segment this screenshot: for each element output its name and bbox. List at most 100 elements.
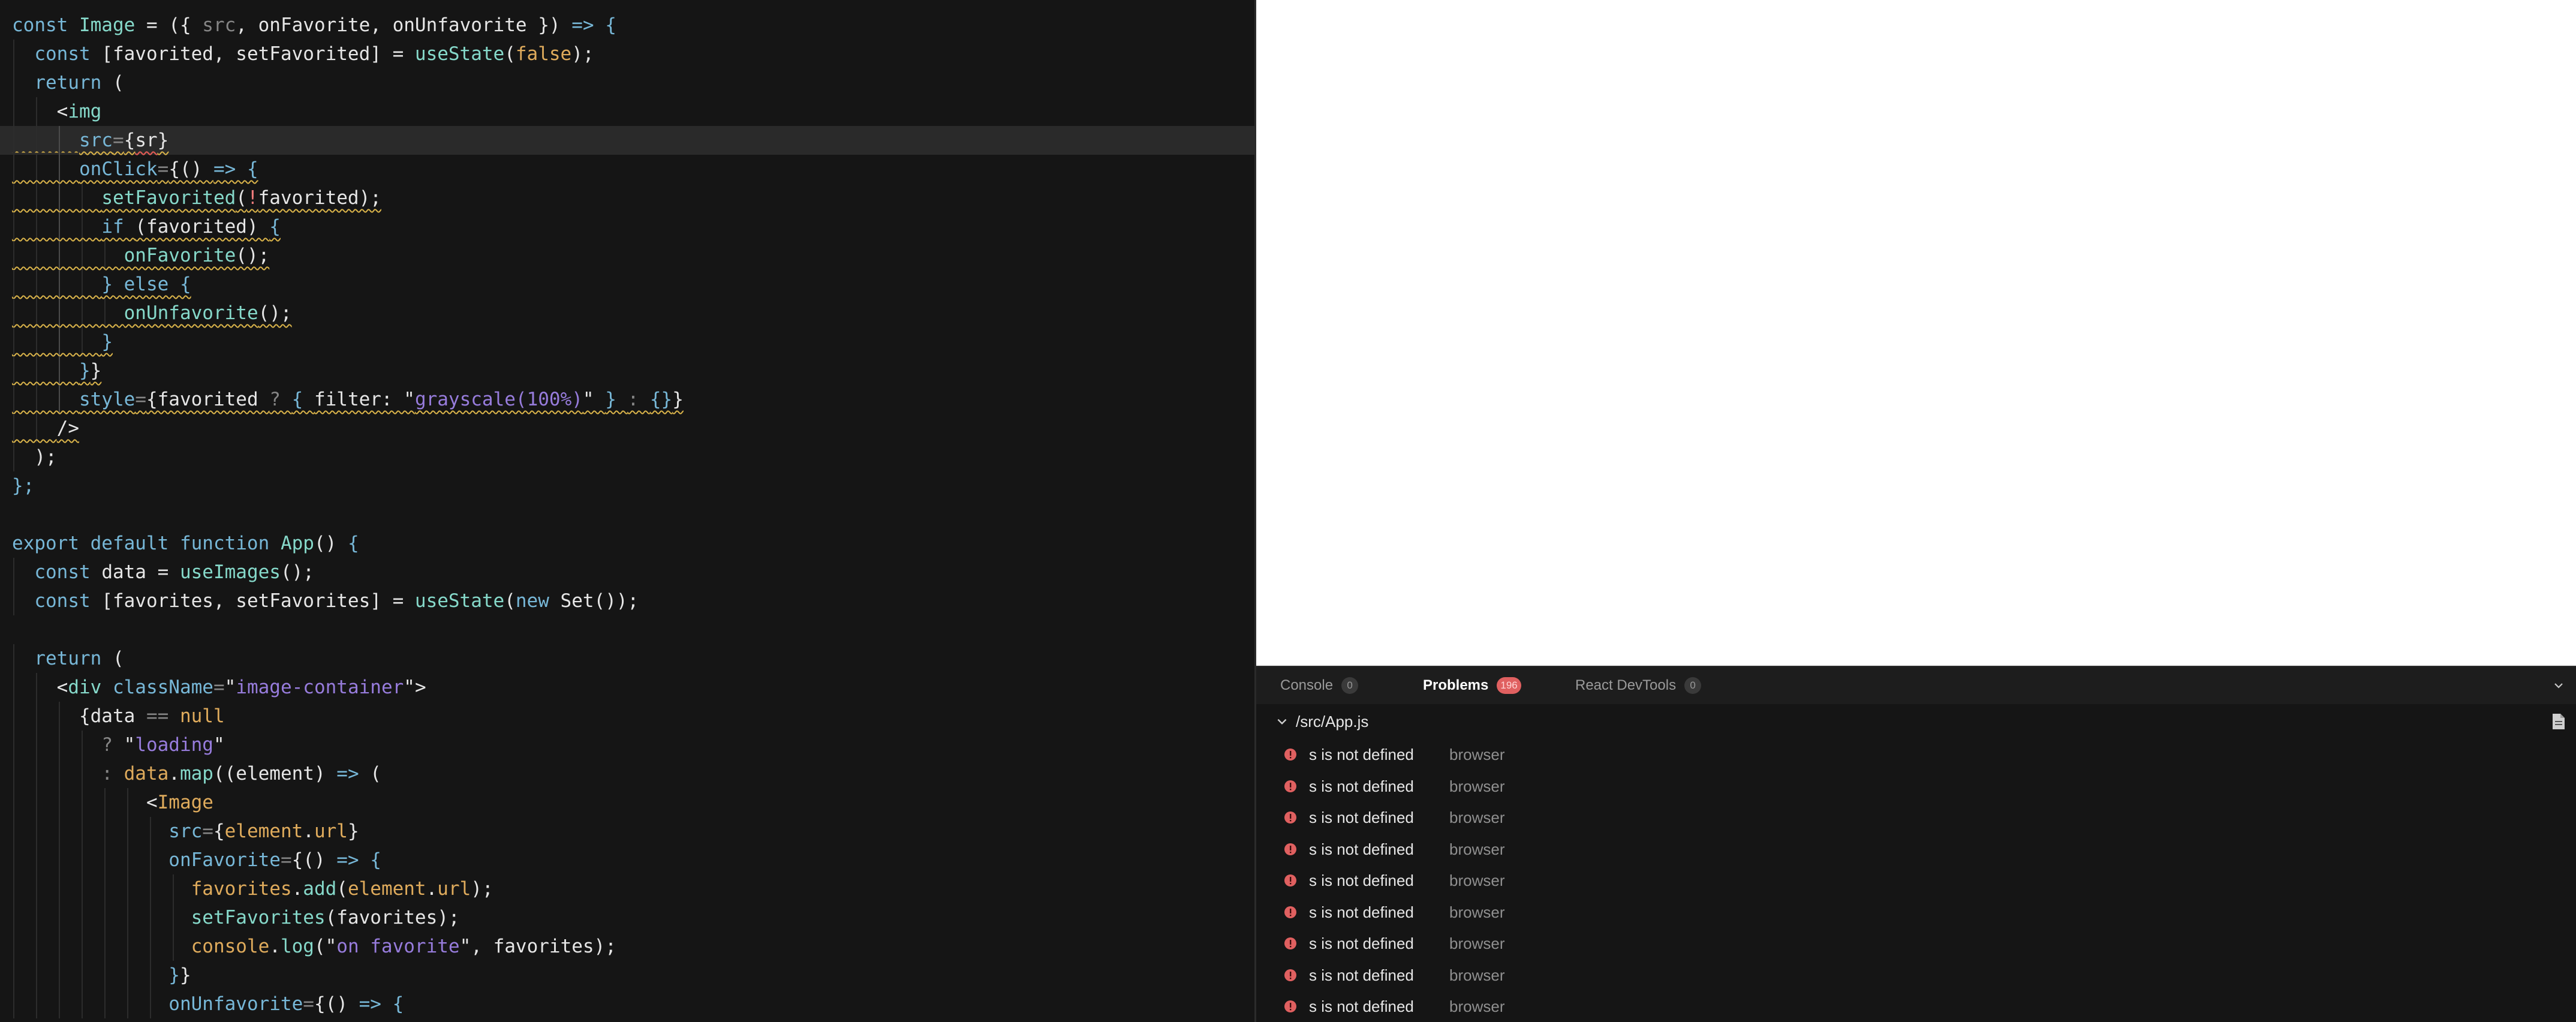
code-line[interactable]: src={element.url}: [0, 817, 1254, 846]
code-token: false: [515, 43, 572, 65]
code-token: Image: [79, 14, 136, 36]
problem-row[interactable]: s is not defined browser: [1256, 991, 2576, 1022]
code-token: {: [291, 389, 314, 410]
code-line[interactable]: console.log("on favorite", favorites);: [0, 932, 1254, 961]
code-text: style={favorited ? { filter: "grayscale(…: [12, 385, 684, 414]
tab-react-devtools[interactable]: React DevTools 0: [1575, 667, 1702, 704]
code-token: onFavorite: [168, 849, 281, 871]
code-text: src={element.url}: [12, 817, 359, 846]
code-token: }: [90, 360, 102, 381]
code-text: }}: [12, 356, 101, 385]
code-editor[interactable]: const Image = ({ src, onFavorite, onUnfa…: [0, 0, 1254, 1022]
problem-row[interactable]: s is not defined browser: [1256, 739, 2576, 770]
code-line[interactable]: const [favorites, setFavorites] = useSta…: [0, 587, 1254, 615]
code-token: loading: [135, 734, 213, 756]
code-line[interactable]: };: [0, 471, 1254, 500]
code-line[interactable]: [0, 615, 1254, 644]
problem-file-group[interactable]: /src/App.js: [1256, 704, 2576, 739]
code-token: element: [347, 878, 426, 900]
problem-source: browser: [1449, 777, 1505, 795]
code-token: url: [314, 820, 348, 842]
chevron-down-icon: [2554, 683, 2563, 689]
collapse-panel-button[interactable]: [2550, 677, 2568, 695]
code-line[interactable]: favorites.add(element.url);: [0, 874, 1254, 903]
code-line[interactable]: <img: [0, 97, 1254, 126]
code-token: => {: [359, 993, 404, 1015]
code-token: console: [191, 936, 270, 957]
code-line[interactable]: onFavorite();: [0, 241, 1254, 270]
code-line[interactable]: <Image: [0, 788, 1254, 817]
code-line[interactable]: : data.map((element) => (: [0, 759, 1254, 788]
file-icon[interactable]: [2551, 713, 2566, 731]
code-token: <: [146, 792, 158, 813]
code-token: ", favorites);: [459, 936, 616, 957]
code-line[interactable]: const data = useImages();: [0, 558, 1254, 587]
code-line[interactable]: const [favorited, setFavorited] = useSta…: [0, 40, 1254, 68]
chevron-down-icon[interactable]: [1275, 715, 1289, 728]
code-line[interactable]: onFavorite={() => {: [0, 846, 1254, 874]
preview-pane[interactable]: [1256, 0, 2576, 666]
code-token: =: [112, 130, 124, 151]
code-line[interactable]: style={favorited ? { filter: "grayscale(…: [0, 385, 1254, 414]
code-line[interactable]: setFavorited(!favorited);: [0, 184, 1254, 212]
code-text: return (: [12, 68, 124, 97]
code-line[interactable]: ? "loading": [0, 731, 1254, 759]
tab-console[interactable]: Console 0: [1280, 667, 1359, 704]
error-circle-icon: [1284, 749, 1296, 761]
tab-problems[interactable]: Problems 196: [1423, 667, 1521, 704]
app-root: const Image = ({ src, onFavorite, onUnfa…: [0, 0, 2576, 1022]
problem-row[interactable]: s is not defined browser: [1256, 834, 2576, 865]
code-token: ();: [258, 302, 292, 324]
code-line[interactable]: return (: [0, 644, 1254, 673]
code-line[interactable]: <div className="image-container">: [0, 673, 1254, 702]
code-token: => {: [336, 849, 381, 871]
code-line[interactable]: onClick={() => {: [0, 155, 1254, 184]
code-token: add: [303, 878, 337, 900]
problem-source: browser: [1449, 808, 1505, 826]
code-line[interactable]: }}: [0, 356, 1254, 385]
code-token: , onFavorite, onUnfavorite }): [236, 14, 572, 36]
problem-row[interactable]: s is not defined browser: [1256, 802, 2576, 833]
code-line[interactable]: return (: [0, 68, 1254, 97]
code-token: }: [101, 331, 113, 353]
code-line[interactable]: if (favorited) {: [0, 212, 1254, 241]
code-token: const: [12, 14, 79, 36]
error-circle-icon: [1284, 937, 1296, 949]
code-text: onClick={() => {: [12, 155, 258, 184]
code-line[interactable]: src={sr}: [0, 126, 1254, 155]
code-text: } else {: [12, 270, 191, 299]
code-line[interactable]: setFavorites(favorites);: [0, 903, 1254, 932]
problem-row[interactable]: s is not defined browser: [1256, 897, 2576, 928]
code-token: if: [101, 216, 136, 238]
problem-source: browser: [1449, 997, 1505, 1015]
problem-row[interactable]: s is not defined browser: [1256, 928, 2576, 959]
code-line[interactable]: } else {: [0, 270, 1254, 299]
code-token: }: [672, 389, 684, 410]
code-line[interactable]: }}: [0, 961, 1254, 990]
code-token: (: [504, 590, 516, 612]
code-line[interactable]: }: [0, 327, 1254, 356]
problem-message: s is not defined: [1309, 840, 1414, 858]
code-token: filter: ": [314, 389, 415, 410]
code-line[interactable]: onUnfavorite();: [0, 299, 1254, 327]
code-token: {: [124, 130, 136, 151]
problem-row[interactable]: s is not defined browser: [1256, 771, 2576, 802]
problem-row[interactable]: s is not defined browser: [1256, 865, 2576, 896]
code-line[interactable]: onUnfavorite={() => {: [0, 990, 1254, 1018]
problem-row[interactable]: s is not defined browser: [1256, 960, 2576, 991]
code-line[interactable]: );: [0, 443, 1254, 471]
code-token: {: [213, 820, 225, 842]
code-token: );: [34, 446, 57, 468]
file-path: /src/App.js: [1296, 713, 1369, 731]
code-text: <img: [12, 97, 102, 126]
code-line[interactable]: export default function App() {: [0, 529, 1254, 558]
code-line[interactable]: />: [0, 414, 1254, 443]
code-line[interactable]: const Image = ({ src, onFavorite, onUnfa…: [0, 11, 1254, 40]
code-line[interactable]: [0, 500, 1254, 529]
code-token: style: [79, 389, 136, 410]
problem-message: s is not defined: [1309, 903, 1414, 921]
code-line[interactable]: {data == null: [0, 702, 1254, 731]
code-token: return: [34, 72, 113, 94]
code-token: (": [314, 936, 337, 957]
code-text: if (favorited) {: [12, 212, 281, 241]
